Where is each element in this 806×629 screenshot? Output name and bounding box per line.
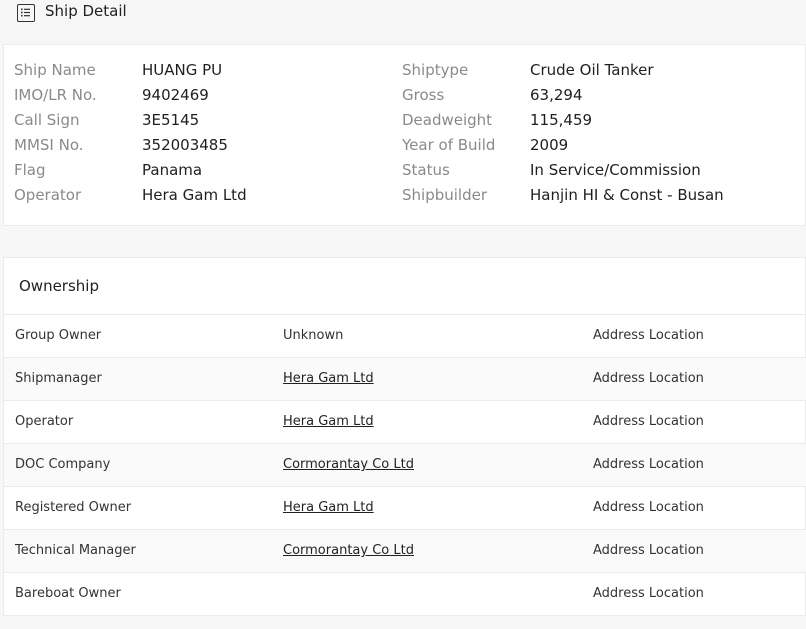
address-location-link[interactable]: Address Location [593,543,704,558]
detail-row-gross: Gross 63,294 [4,82,804,107]
ship-detail-card: Ship Name HUANG PU IMO/LR No. 9402469 Call S… [3,44,806,226]
table-row: Operator Hera Gam Ltd Address Location [4,401,806,444]
detail-label: Shipbuilder [402,185,487,204]
table-row: Registered Owner Hera Gam Ltd Address Loca… [4,487,806,530]
detail-row-shiptype: Shiptype Crude Oil Tanker [4,57,804,82]
owner-role: Technical Manager [15,543,136,558]
detail-value: 2009 [530,135,569,154]
company-link[interactable]: Hera Gam Ltd [283,500,374,515]
ownership-card: Ownership Group Owner Unknown Address Loca… [3,257,806,616]
detail-row-year-of-build: Year of Build 2009 [4,132,804,157]
detail-value: 115,459 [530,110,593,129]
owner-role: Group Owner [15,328,102,343]
owner-role: Bareboat Owner [15,586,121,601]
detail-value: In Service/Commission [530,160,701,179]
address-location-link[interactable]: Address Location [593,371,704,386]
company-link[interactable]: Cormorantay Co Ltd [283,457,414,472]
address-location-link[interactable]: Address Location [593,457,704,472]
page-title: Ship Detail [45,2,127,20]
detail-label: Status [402,160,450,179]
detail-value: 63,294 [530,85,583,104]
detail-value: Hanjin HI & Const - Busan [530,185,724,204]
table-row: DOC Company Cormorantay Co Ltd Address Loc… [4,444,806,487]
owner-role: Shipmanager [15,371,102,386]
address-location-link[interactable]: Address Location [593,328,704,343]
detail-label: Year of Build [402,135,496,154]
list-icon [17,4,35,22]
table-row: Shipmanager Hera Gam Ltd Address Location [4,358,806,401]
detail-label: Shiptype [402,60,469,79]
detail-label: Deadweight [402,110,493,129]
detail-row-deadweight: Deadweight 115,459 [4,107,804,132]
table-row: Bareboat Owner Address Location [4,573,806,616]
owner-role: Operator [15,414,74,429]
ownership-title: Ownership [19,277,99,295]
detail-value: Crude Oil Tanker [530,60,654,79]
company-link[interactable]: Hera Gam Ltd [283,414,374,429]
company-name: Unknown [283,328,344,343]
table-row: Group Owner Unknown Address Location [4,315,806,358]
detail-label: Gross [402,85,445,104]
detail-row-status: Status In Service/Commission [4,157,804,182]
detail-row-shipbuilder: Shipbuilder Hanjin HI & Const - Busan [4,182,804,207]
owner-role: DOC Company [15,457,111,472]
table-row: Technical Manager Cormorantay Co Ltd Addre… [4,530,806,573]
page-header: Ship Detail [0,0,806,36]
company-link[interactable]: Cormorantay Co Ltd [283,543,414,558]
address-location-link[interactable]: Address Location [593,414,704,429]
address-location-link[interactable]: Address Location [593,500,704,515]
company-link[interactable]: Hera Gam Ltd [283,371,374,386]
address-location-link[interactable]: Address Location [593,586,704,601]
owner-role: Registered Owner [15,500,132,515]
